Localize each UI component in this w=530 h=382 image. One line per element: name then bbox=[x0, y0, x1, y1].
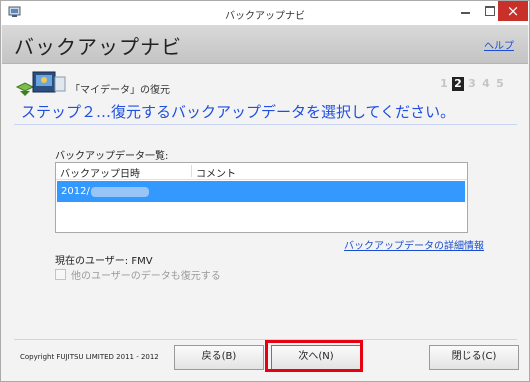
minimize-icon bbox=[460, 12, 470, 14]
copyright: Copyright FUJITSU LIMITED 2011 - 2012 bbox=[20, 353, 159, 361]
restore-data-icon bbox=[15, 71, 66, 96]
close-button[interactable]: 閉じる(C) bbox=[429, 345, 519, 370]
help-link[interactable]: ヘルプ bbox=[484, 37, 514, 52]
column-backup-date[interactable]: バックアップ日時 bbox=[60, 165, 140, 180]
step-heading: ステップ２…復元するバックアップデータを選択してください。 bbox=[21, 103, 456, 121]
restore-other-users-checkbox[interactable] bbox=[55, 269, 66, 280]
app-header-title: バックアップナビ bbox=[14, 35, 182, 59]
window-title: バックアップナビ bbox=[225, 11, 305, 22]
step-caption: 「マイデータ」の復元 bbox=[70, 85, 170, 96]
step-3: 3 bbox=[468, 77, 476, 90]
backup-list[interactable]: バックアップ日時 コメント 2012/ bbox=[55, 162, 468, 233]
step-indicator: 12345 bbox=[438, 77, 508, 91]
row-backup-date: 2012/ bbox=[61, 186, 90, 197]
backup-list-label: バックアップデータ一覧: bbox=[55, 151, 169, 162]
backup-details-link[interactable]: バックアップデータの詳細情報 bbox=[344, 237, 484, 252]
column-divider[interactable] bbox=[191, 165, 192, 177]
app-header: バックアップナビ ヘルプ bbox=[2, 25, 528, 64]
close-window-button[interactable]: × bbox=[498, 1, 528, 21]
step-5: 5 bbox=[496, 77, 504, 90]
minimize-button[interactable] bbox=[453, 1, 477, 21]
restore-other-users-label: 他のユーザーのデータも復元する bbox=[71, 271, 221, 282]
current-user: 現在のユーザー: FMV bbox=[55, 256, 153, 267]
heading-divider bbox=[14, 124, 517, 125]
step-1: 1 bbox=[440, 77, 448, 90]
next-button-highlight bbox=[265, 340, 363, 372]
step-2-active: 2 bbox=[452, 77, 464, 91]
back-button[interactable]: 戻る(B) bbox=[174, 345, 264, 370]
restore-other-users-option[interactable]: 他のユーザーのデータも復元する bbox=[55, 267, 221, 282]
backup-list-row-selected[interactable]: 2012/ bbox=[57, 181, 465, 202]
title-bar[interactable]: バックアップナビ × bbox=[1, 1, 529, 25]
step-4: 4 bbox=[482, 77, 490, 90]
redacted-date-text bbox=[91, 187, 149, 197]
close-icon: × bbox=[506, 2, 520, 20]
maximize-icon bbox=[485, 6, 495, 16]
column-comment[interactable]: コメント bbox=[196, 165, 236, 180]
backup-navi-window: バックアップナビ × バックアップナビ ヘルプ 「マイデータ」の復元 12345… bbox=[0, 0, 530, 382]
backup-list-header: バックアップ日時 コメント bbox=[56, 163, 467, 180]
